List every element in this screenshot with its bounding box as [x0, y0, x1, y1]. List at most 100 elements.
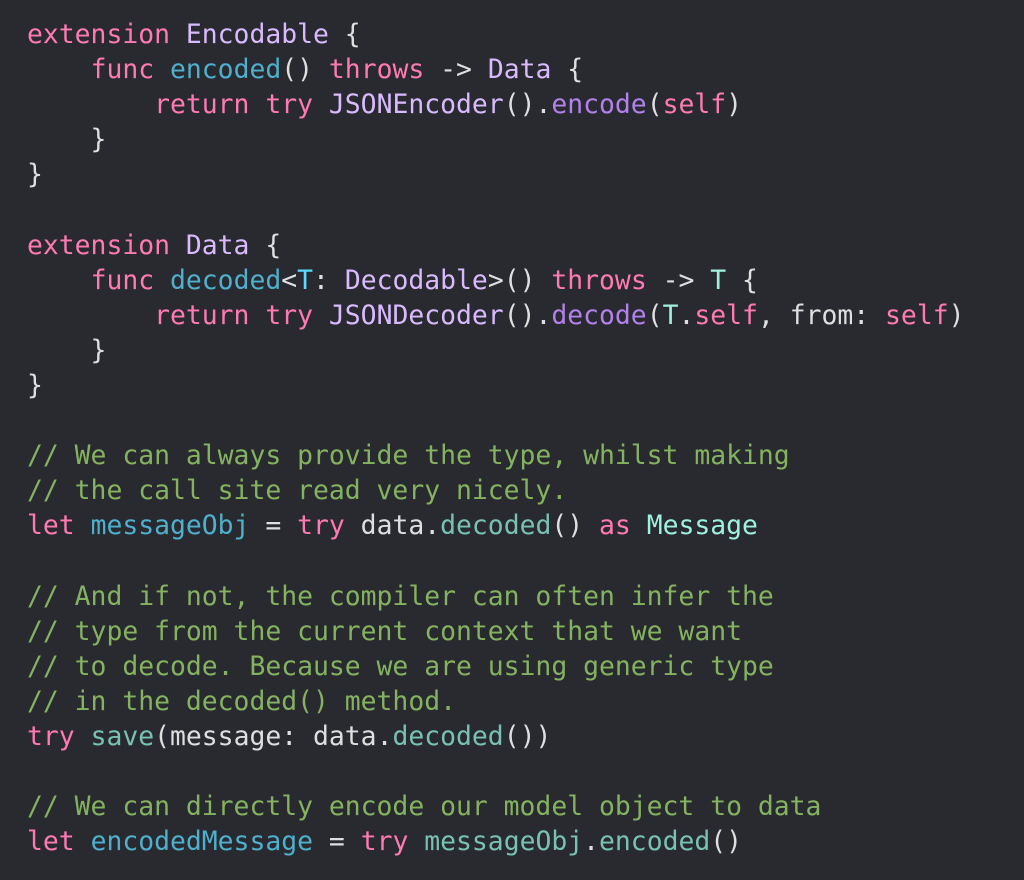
code-text: ->: [646, 264, 711, 296]
code-text: =: [313, 826, 361, 858]
comment-token: // We can directly encode our model obje…: [27, 791, 822, 823]
code-line[interactable]: let encodedMessage = try messageObj.enco…: [27, 824, 965, 859]
keyword-token: return: [154, 89, 250, 121]
code-text: {: [726, 264, 758, 296]
code-text: ->: [424, 54, 488, 86]
comment-token: // to decode. Because we are using gener…: [27, 650, 774, 682]
code-text: <: [281, 264, 298, 296]
code-line[interactable]: }: [27, 157, 965, 192]
type-parameter-token: T: [297, 264, 314, 296]
project-type-token: Message: [646, 510, 758, 542]
code-line[interactable]: }: [27, 122, 965, 157]
code-text: data.: [344, 510, 441, 542]
type-token: JSONDecoder: [328, 299, 504, 331]
code-text: :: [313, 264, 345, 296]
comment-token: // And if not, the compiler can often in…: [27, 580, 774, 612]
code-line[interactable]: // the call site read very nicely.: [27, 473, 965, 508]
code-text: .: [583, 826, 600, 858]
code-line[interactable]: }: [27, 333, 965, 368]
comment-token: // in the decoded() method.: [27, 685, 456, 717]
code-line[interactable]: // type from the current context that we…: [27, 614, 965, 649]
code-line[interactable]: func decoded<T: Decodable>() throws -> T…: [27, 263, 965, 298]
project-symbol-token: messageObj: [424, 826, 584, 858]
keyword-token: try: [265, 299, 314, 331]
code-editor[interactable]: extension Encodable { func encoded() thr…: [27, 17, 965, 859]
code-line[interactable]: // We can always provide the type, whils…: [27, 438, 965, 473]
code-line[interactable]: try save(message: data.decoded()): [27, 719, 965, 754]
comment-token: // type from the current context that we…: [27, 615, 742, 647]
type-token: JSONEncoder: [328, 89, 504, 121]
keyword-token: self: [694, 299, 758, 331]
code-line[interactable]: extension Encodable {: [27, 17, 965, 52]
declaration-token: encoded: [170, 54, 282, 86]
keyword-token: return: [154, 299, 250, 331]
code-text: (): [710, 826, 743, 858]
code-line[interactable]: ​: [27, 403, 965, 438]
code-line[interactable]: ​: [27, 543, 965, 578]
keyword-token: extension: [27, 229, 170, 261]
code-text: ): [948, 299, 965, 331]
project-type-token: T: [710, 264, 727, 296]
keyword-token: throws: [328, 54, 425, 86]
code-text: (): [551, 510, 600, 542]
code-text: ()): [503, 720, 552, 752]
declaration-token: messageObj: [90, 510, 250, 542]
project-type-token: T: [662, 299, 679, 331]
code-line[interactable]: return try JSONEncoder().encode(self): [27, 87, 965, 122]
project-symbol-token: decoded: [392, 720, 504, 752]
code-line[interactable]: ​: [27, 754, 965, 789]
code-line[interactable]: // We can directly encode our model obje…: [27, 789, 965, 824]
keyword-token: self: [662, 89, 727, 121]
keyword-token: try: [27, 720, 75, 752]
keyword-token: let: [27, 510, 75, 542]
code-line[interactable]: func encoded() throws -> Data {: [27, 52, 965, 87]
code-text: >(): [487, 264, 552, 296]
project-symbol-token: save: [90, 720, 155, 752]
type-token: Data: [487, 54, 552, 86]
code-line[interactable]: ​: [27, 192, 965, 227]
code-text: }: [27, 334, 107, 366]
code-line[interactable]: let messageObj = try data.decoded() as M…: [27, 508, 965, 543]
function-call-token: decode: [551, 299, 647, 331]
code-line[interactable]: return try JSONDecoder().decode(T.self, …: [27, 298, 965, 333]
project-symbol-token: encoded: [599, 826, 711, 858]
keyword-token: try: [265, 89, 314, 121]
code-line[interactable]: // And if not, the compiler can often in…: [27, 579, 965, 614]
keyword-token: func: [90, 54, 155, 86]
code-line[interactable]: // to decode. Because we are using gener…: [27, 649, 965, 684]
code-text: , from:: [757, 299, 886, 331]
declaration-token: decoded: [170, 264, 282, 296]
code-text: (: [646, 89, 663, 121]
code-line[interactable]: extension Data {: [27, 228, 965, 263]
keyword-token: try: [297, 510, 345, 542]
keyword-token: as: [599, 510, 631, 542]
code-text: }: [27, 124, 107, 156]
type-token: Decodable: [344, 264, 488, 296]
comment-token: // the call site read very nicely.: [27, 475, 568, 507]
code-text: =: [249, 510, 298, 542]
type-token: Data: [185, 229, 250, 261]
keyword-token: extension: [27, 19, 170, 50]
function-call-token: encode: [551, 89, 647, 121]
code-line[interactable]: // in the decoded() method.: [27, 684, 965, 719]
declaration-token: encodedMessage: [90, 826, 314, 858]
code-text: (message: data.: [154, 720, 393, 752]
code-text: ): [726, 89, 743, 121]
type-token: Encodable: [185, 19, 329, 50]
keyword-token: self: [885, 299, 949, 331]
code-line[interactable]: }: [27, 368, 965, 403]
